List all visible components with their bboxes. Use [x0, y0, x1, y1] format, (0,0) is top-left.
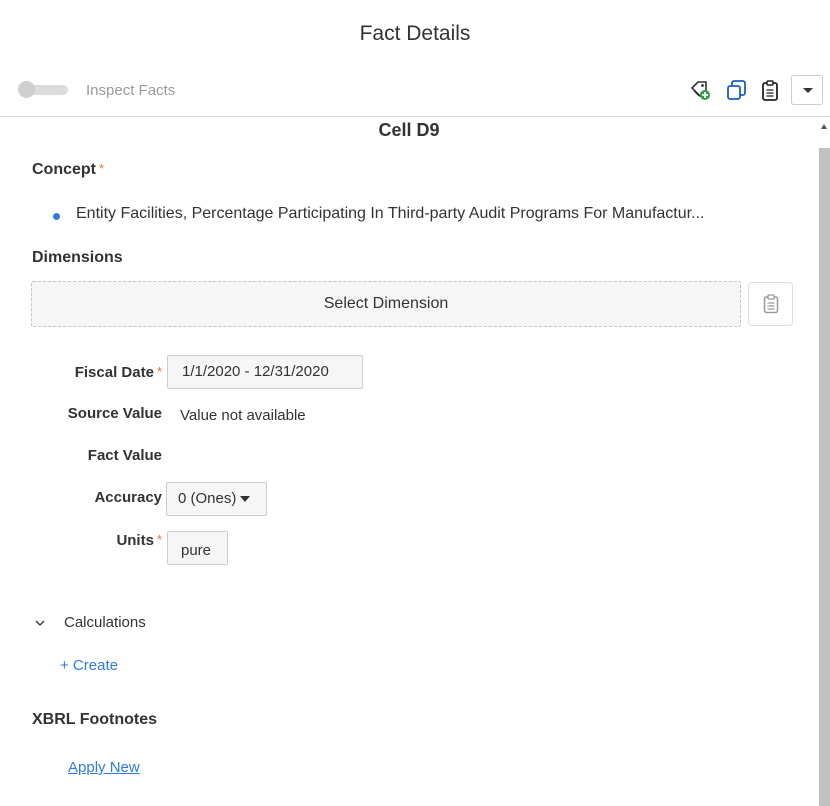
paste-dimension-button[interactable]	[748, 282, 793, 326]
units-field[interactable]: pure	[167, 531, 228, 565]
fiscal-date-field[interactable]: 1/1/2020 - 12/31/2020	[167, 355, 363, 389]
cell-title: Cell D9	[378, 120, 440, 140]
select-dimension-button[interactable]: Select Dimension	[31, 281, 741, 327]
fiscal-date-label: Fiscal Date *	[0, 364, 162, 381]
dimensions-label: Dimensions	[32, 249, 123, 266]
clipboard-icon	[763, 294, 779, 314]
toolbar: Inspect Facts	[0, 72, 830, 112]
toolbar-dropdown-button[interactable]	[791, 75, 823, 105]
copy-icon[interactable]	[725, 79, 747, 101]
concept-bullet	[53, 213, 60, 220]
required-mark: *	[99, 161, 105, 176]
units-label: Units *	[0, 532, 162, 549]
accuracy-value: 0 (Ones)	[178, 490, 237, 507]
concept-value[interactable]: Entity Facilities, Percentage Participat…	[76, 205, 704, 223]
toolbar-divider	[0, 116, 830, 117]
units-label-text: Units	[116, 532, 154, 549]
fact-value-label: Fact Value	[87, 447, 162, 464]
scroll-up-arrow[interactable]	[821, 124, 827, 129]
source-value: Value not available	[180, 407, 306, 424]
panel-title: Fact Details	[359, 22, 471, 45]
required-mark: *	[156, 364, 162, 379]
caret-down-icon	[240, 496, 251, 503]
accuracy-label: Accuracy	[94, 489, 162, 506]
clipboard-icon[interactable]	[759, 79, 781, 101]
source-value-label: Source Value	[67, 405, 162, 422]
xbrl-footnotes-label: XBRL Footnotes	[32, 711, 158, 728]
inspect-facts-toggle[interactable]	[18, 81, 70, 98]
required-mark: *	[156, 532, 162, 547]
scrollbar-thumb[interactable]	[819, 148, 830, 806]
tag-add-icon[interactable]	[689, 79, 711, 101]
fiscal-date-label-text: Fiscal Date	[74, 364, 154, 381]
create-calculation-link[interactable]: + Create	[60, 657, 118, 674]
inspect-facts-label: Inspect Facts	[86, 82, 176, 99]
chevron-down-icon[interactable]	[35, 620, 45, 626]
concept-heading: Concept *	[32, 161, 104, 179]
concept-label: Concept	[32, 161, 96, 178]
calculations-toggle[interactable]: Calculations	[64, 614, 146, 631]
accuracy-select[interactable]: 0 (Ones)	[166, 482, 267, 516]
apply-new-footnote-link[interactable]: Apply New	[68, 759, 140, 776]
toggle-knob[interactable]	[18, 81, 35, 98]
